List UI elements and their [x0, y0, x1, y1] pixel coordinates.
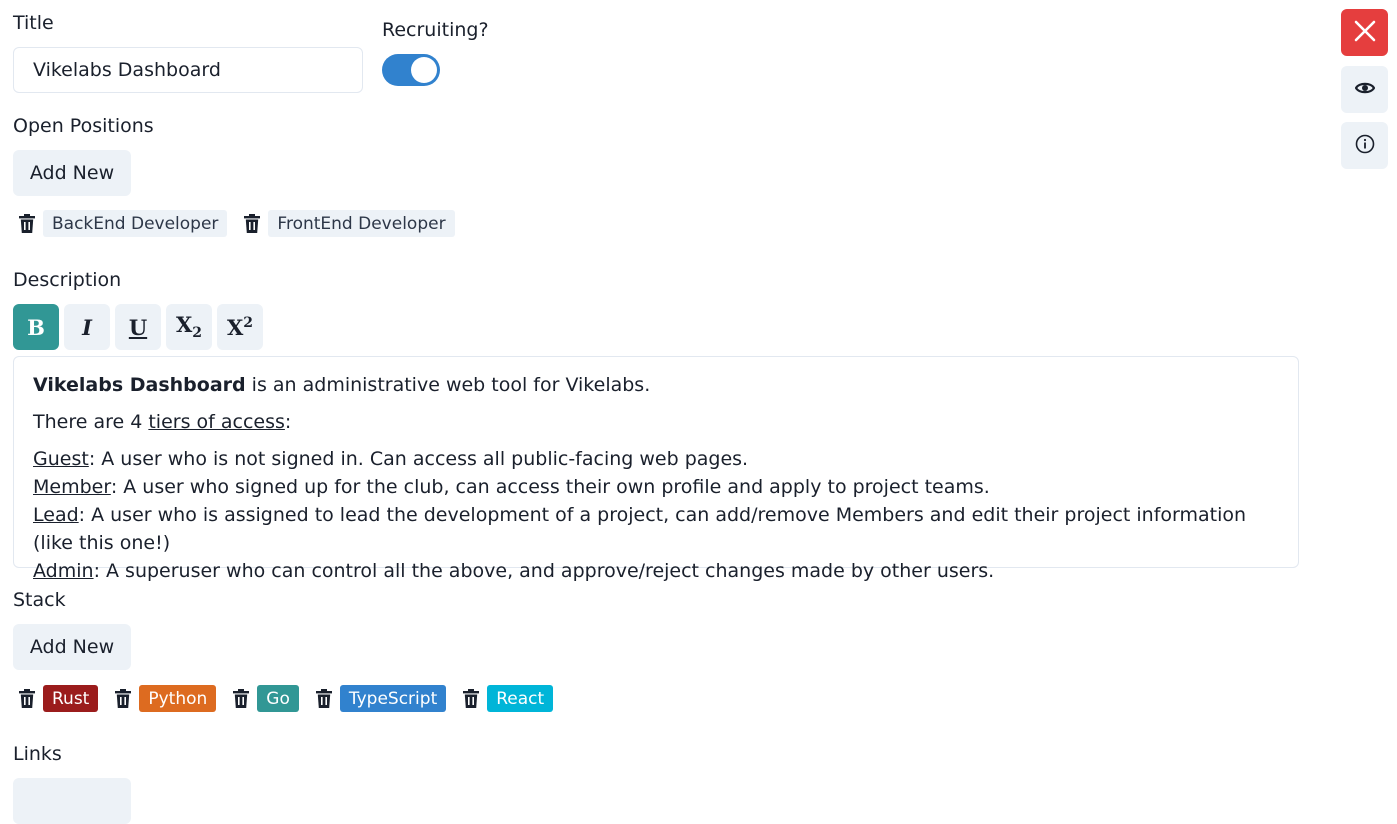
stack-chip: Rust	[16, 685, 99, 712]
description-label: Description	[13, 269, 122, 291]
title-input[interactable]	[13, 47, 363, 93]
tier-text: : A user who is assigned to lead the dev…	[33, 504, 1247, 554]
tier-text: : A user who is not signed in. Can acces…	[88, 448, 749, 470]
trash-icon[interactable]	[230, 688, 252, 710]
tier-name: Guest	[33, 448, 89, 470]
italic-glyph: I	[82, 314, 92, 340]
superscript-base: X	[226, 314, 244, 340]
tiers-underlined: tiers of access	[148, 411, 285, 433]
italic-button[interactable]: I	[64, 304, 110, 350]
trash-icon[interactable]	[241, 213, 263, 235]
info-icon	[1355, 134, 1375, 157]
underline-button[interactable]: U	[115, 304, 161, 350]
open-positions-label: Open Positions	[13, 115, 154, 137]
tier-name: Lead	[33, 504, 79, 526]
stack-tag: Python	[139, 685, 217, 712]
superscript-glyph: X2	[227, 315, 253, 340]
underline-glyph: U	[128, 314, 148, 340]
stack-tag: TypeScript	[339, 685, 447, 712]
tier-text: : A user who signed up for the club, can…	[110, 476, 990, 498]
stack-tag: Go	[257, 685, 299, 712]
stack-chip: TypeScript	[313, 685, 447, 712]
stack-chip: Python	[112, 685, 217, 712]
description-text: There are 4	[33, 411, 149, 433]
superscript-button[interactable]: X2	[217, 304, 263, 350]
position-tag: FrontEnd Developer	[268, 210, 455, 237]
stack-tag: Rust	[43, 685, 99, 712]
add-stack-button[interactable]: Add New	[13, 624, 131, 670]
subscript-number: 2	[192, 325, 203, 342]
eye-icon	[1354, 81, 1375, 98]
trash-icon[interactable]	[16, 213, 38, 235]
subscript-button[interactable]: X2	[166, 304, 212, 350]
toggle-knob	[411, 57, 437, 83]
recruiting-toggle[interactable]	[382, 54, 440, 86]
position-tag: BackEnd Developer	[43, 210, 228, 237]
description-paragraph-1: Vikelabs Dashboard is an administrative …	[33, 371, 1279, 399]
project-name-bold: Vikelabs Dashboard	[33, 374, 246, 396]
positions-list: BackEnd Developer FrontEnd Developer	[16, 210, 455, 237]
tier-name: Member	[33, 476, 111, 498]
stack-chip: React	[460, 685, 554, 712]
position-chip: FrontEnd Developer	[241, 210, 455, 237]
stack-label: Stack	[13, 589, 66, 611]
tier-name: Admin	[33, 560, 94, 582]
position-chip: BackEnd Developer	[16, 210, 228, 237]
bold-button[interactable]: B	[13, 304, 59, 350]
info-button[interactable]	[1341, 122, 1388, 169]
trash-icon[interactable]	[16, 688, 38, 710]
editor-toolbar: B I U X2 X2	[13, 304, 263, 350]
stack-tag: React	[487, 685, 554, 712]
preview-button[interactable]	[1341, 66, 1388, 113]
recruiting-label: Recruiting?	[382, 19, 489, 41]
stack-list: Rust Python Go TypeScript React	[16, 685, 554, 712]
subscript-base: X	[175, 312, 193, 338]
close-button[interactable]	[1341, 9, 1388, 56]
tier-text: : A superuser who can control all the ab…	[93, 560, 995, 582]
add-link-button[interactable]	[13, 778, 131, 824]
add-position-button[interactable]: Add New	[13, 150, 131, 196]
tier-list: Guest: A user who is not signed in. Can …	[33, 445, 1279, 585]
title-label: Title	[13, 12, 54, 34]
stack-chip: Go	[230, 685, 299, 712]
description-text: :	[284, 411, 292, 433]
trash-icon[interactable]	[112, 688, 134, 710]
description-editor[interactable]: Vikelabs Dashboard is an administrative …	[13, 356, 1299, 582]
trash-icon[interactable]	[313, 688, 335, 710]
trash-icon[interactable]	[460, 688, 482, 710]
close-icon	[1354, 20, 1376, 45]
superscript-number: 2	[243, 314, 254, 331]
subscript-glyph: X2	[176, 312, 202, 341]
links-label: Links	[13, 743, 62, 765]
bold-glyph: B	[27, 314, 45, 340]
description-text: is an administrative web tool for Vikela…	[245, 374, 651, 396]
description-paragraph-2: There are 4 tiers of access:	[33, 408, 1279, 436]
